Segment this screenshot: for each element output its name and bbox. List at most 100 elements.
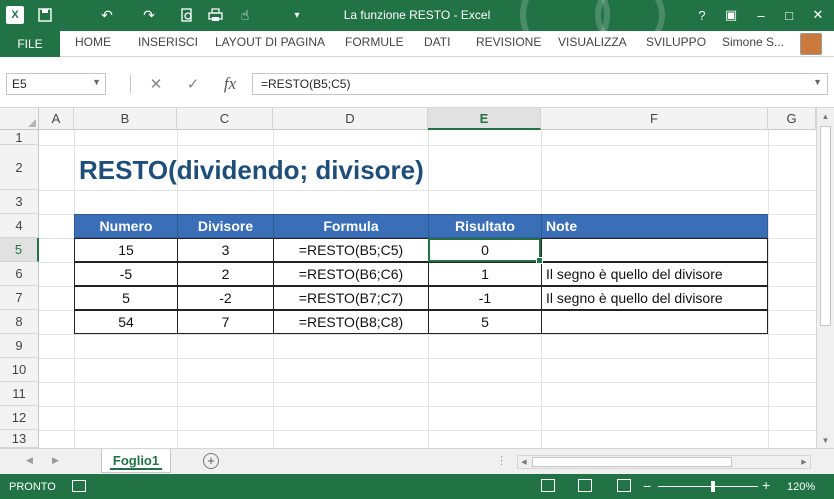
macro-recording-icon[interactable] [72, 480, 86, 492]
row-header-4[interactable]: 4 [0, 214, 39, 238]
table-cell[interactable] [541, 238, 768, 262]
table-cell[interactable]: 3 [177, 238, 274, 262]
table-cell[interactable]: Il segno è quello del divisore [541, 262, 768, 286]
header-divisore[interactable]: Divisore [177, 214, 274, 238]
table-cell[interactable]: -1 [428, 286, 542, 310]
column-header-e[interactable]: E [428, 108, 541, 130]
header-formula[interactable]: Formula [273, 214, 429, 238]
row-header-1[interactable]: 1 [0, 130, 39, 145]
column-header-c[interactable]: C [177, 108, 273, 130]
row-header-11[interactable]: 11 [0, 382, 39, 406]
tab-layout-di-pagina[interactable]: LAYOUT DI PAGINA [215, 35, 325, 55]
user-name[interactable]: Simone S... [722, 35, 784, 49]
table-cell[interactable]: Il segno è quello del divisore [541, 286, 768, 310]
header-risultato[interactable]: Risultato [428, 214, 542, 238]
name-box[interactable]: E5 ▼ [6, 73, 106, 95]
tab-visualizza[interactable]: VISUALIZZA [558, 35, 627, 55]
column-header-b[interactable]: B [74, 108, 177, 130]
row-header-2[interactable]: 2 [0, 145, 39, 190]
row-header-6[interactable]: 6 [0, 262, 39, 286]
row-header-9[interactable]: 9 [0, 334, 39, 358]
zoom-level[interactable]: 120% [787, 481, 815, 493]
vertical-scrollbar[interactable]: ▲ ▼ [816, 108, 834, 448]
tab-file[interactable]: FILE [0, 31, 60, 57]
page-break-view-icon[interactable] [617, 479, 631, 492]
next-sheet-icon[interactable]: ▶ [52, 455, 59, 466]
table-cell[interactable]: =RESTO(B5;C5) [273, 238, 429, 262]
table-cell[interactable]: =RESTO(B8;C8) [273, 310, 429, 334]
add-sheet-icon[interactable]: + [203, 453, 219, 469]
title-bar: X ↶ ↷ ☝ ▾ La funzione RESTO - Excel ? ▣ … [0, 0, 834, 31]
scroll-thumb[interactable] [820, 126, 831, 326]
cell-b2-title[interactable]: RESTO(dividendo; divisore) [79, 152, 424, 188]
gridline [39, 190, 816, 191]
zoom-out-icon[interactable]: − [643, 478, 651, 494]
tab-dati[interactable]: DATI [424, 35, 450, 55]
tab-revisione[interactable]: REVISIONE [476, 35, 541, 55]
scroll-right-icon[interactable]: ▶ [798, 456, 810, 468]
table-cell[interactable]: 1 [428, 262, 542, 286]
tab-split-handle-icon[interactable]: ⋮ [496, 454, 507, 467]
column-header-g[interactable]: G [768, 108, 816, 130]
column-header-d[interactable]: D [273, 108, 428, 130]
row-header-3[interactable]: 3 [0, 190, 39, 214]
table-cell[interactable]: 2 [177, 262, 274, 286]
table-cell[interactable]: 54 [74, 310, 178, 334]
header-note[interactable]: Note [541, 214, 768, 238]
table-cell[interactable]: 5 [428, 310, 542, 334]
zoom-slider-thumb[interactable] [711, 481, 715, 492]
tab-sviluppo[interactable]: SVILUPPO [646, 35, 706, 55]
tab-inserisci[interactable]: INSERISCI [138, 35, 198, 55]
sheet-tab-foglio1[interactable]: Foglio1 [101, 449, 171, 473]
insert-function-icon[interactable]: fx [218, 73, 242, 95]
table-cell[interactable]: 7 [177, 310, 274, 334]
avatar[interactable] [800, 33, 822, 55]
select-all-button[interactable] [0, 108, 39, 130]
tab-formule[interactable]: FORMULE [345, 35, 404, 55]
table-cell[interactable]: -2 [177, 286, 274, 310]
prev-sheet-icon[interactable]: ◀ [26, 455, 33, 466]
table-cell[interactable]: 0 [428, 238, 542, 262]
chevron-down-icon[interactable]: ▼ [92, 77, 101, 87]
row-header-10[interactable]: 10 [0, 358, 39, 382]
status-bar: PRONTO − + 120% [0, 474, 834, 499]
scroll-up-icon[interactable]: ▲ [817, 108, 834, 124]
row-header-12[interactable]: 12 [0, 406, 39, 430]
zoom-slider[interactable] [658, 486, 758, 487]
column-header-a[interactable]: A [39, 108, 74, 130]
header-numero[interactable]: Numero [74, 214, 178, 238]
row-header-13[interactable]: 13 [0, 430, 39, 448]
expand-formula-icon[interactable]: ▼ [813, 77, 822, 87]
gridline [39, 406, 816, 407]
scroll-down-icon[interactable]: ▼ [817, 432, 834, 448]
table-cell[interactable]: 5 [74, 286, 178, 310]
page-layout-view-icon[interactable] [578, 479, 592, 492]
table-cell[interactable]: 15 [74, 238, 178, 262]
maximize-icon[interactable]: □ [777, 4, 801, 26]
horizontal-scrollbar[interactable]: ◀ ▶ [517, 455, 811, 469]
table-cell[interactable]: =RESTO(B6;C6) [273, 262, 429, 286]
enter-icon[interactable]: ✓ [181, 73, 205, 95]
normal-view-icon[interactable] [541, 479, 555, 492]
ribbon-display-icon[interactable]: ▣ [719, 4, 743, 26]
row-header-8[interactable]: 8 [0, 310, 39, 334]
row-header-7[interactable]: 7 [0, 286, 39, 310]
scroll-thumb[interactable] [532, 457, 732, 467]
worksheet-grid[interactable]: A B C D E F G 1 2 3 4 5 6 7 8 9 10 11 12… [0, 108, 816, 448]
cancel-icon[interactable]: ✕ [144, 73, 168, 95]
sheet-tabs-bar: ◀ ▶ Foglio1 + ⋮ ◀ ▶ [0, 448, 834, 474]
close-icon[interactable]: ✕ [806, 4, 830, 26]
tab-home[interactable]: HOME [75, 35, 111, 55]
column-header-f[interactable]: F [541, 108, 768, 130]
gridline [39, 382, 816, 383]
gridline [39, 334, 816, 335]
table-cell[interactable]: =RESTO(B7;C7) [273, 286, 429, 310]
scroll-left-icon[interactable]: ◀ [518, 456, 530, 468]
minimize-icon[interactable]: – [749, 4, 773, 26]
zoom-in-icon[interactable]: + [762, 477, 770, 493]
formula-input[interactable]: =RESTO(B5;C5) ▼ [252, 73, 828, 95]
table-cell[interactable] [541, 310, 768, 334]
help-icon[interactable]: ? [690, 4, 714, 26]
row-header-5[interactable]: 5 [0, 238, 39, 262]
table-cell[interactable]: -5 [74, 262, 178, 286]
